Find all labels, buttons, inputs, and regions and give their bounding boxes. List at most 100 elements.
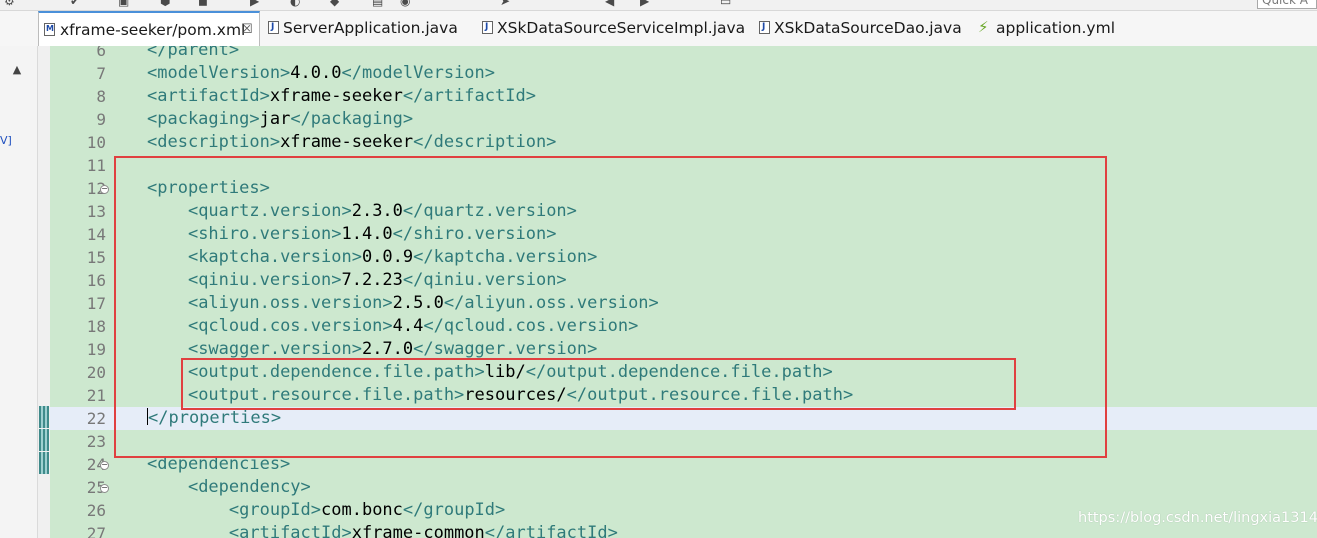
xml-open-tag: <dependency> xyxy=(187,477,311,497)
xml-open-tag: </parent> xyxy=(147,46,240,60)
xml-value: jar xyxy=(259,109,291,129)
line-number: 24 xyxy=(86,455,106,474)
xml-close-tag: </groupId> xyxy=(402,500,506,520)
watermark-text: https://blog.csdn.net/lingxia1314 xyxy=(1078,510,1317,526)
left-trim-panel: ▲ V] xyxy=(0,11,38,538)
line-number: 19 xyxy=(86,340,106,359)
line-number: 9 xyxy=(96,110,106,129)
tab-xskdatasourceserviceimpl-java[interactable]: XSkDataSourceServiceImpl.java xyxy=(476,10,753,46)
line-number-gutter: 6 7 8 9 10 11 12−13 14 15 16 17 18 19 20 21 22 23 24−25−2… xyxy=(50,46,109,538)
line-number: 27 xyxy=(86,524,106,538)
quick-diff-marker xyxy=(39,429,49,451)
fold-toggle-icon[interactable]: − xyxy=(100,484,109,493)
tab-xframe-seeker-pom-xml[interactable]: xframe-seeker/pom.xml☒ xyxy=(38,11,260,46)
code-line[interactable]: <modelVersion>4.0.0</modelVersion> xyxy=(38,62,1317,85)
code-line-text: <dependency> xyxy=(147,476,311,499)
java-file-icon xyxy=(482,10,493,44)
xml-open-tag: <artifactId> xyxy=(228,523,352,538)
xml-close-tag: </modelVersion> xyxy=(341,63,496,83)
toolbar-icon[interactable]: ⚙ xyxy=(4,0,15,8)
java-file-icon xyxy=(268,10,279,44)
line-number: 21 xyxy=(86,386,106,405)
code-line[interactable]: <artifactId>xframe-seeker</artifactId> xyxy=(38,85,1317,108)
code-line-text: <packaging>jar</packaging> xyxy=(147,108,413,131)
forward-icon[interactable]: ▶ xyxy=(640,0,649,8)
nav-arrow-icon[interactable]: ➤ xyxy=(500,0,510,8)
chevron-up-icon[interactable]: ▲ xyxy=(10,63,24,77)
xml-close-tag: </packaging> xyxy=(290,109,414,129)
code-line-text: <modelVersion>4.0.0</modelVersion> xyxy=(147,62,495,85)
code-line-text: <description>xframe-seeker</description> xyxy=(147,131,556,154)
line-number: 11 xyxy=(86,156,106,175)
code-line[interactable]: <description>xframe-seeker</description> xyxy=(38,131,1317,154)
open-folder-icon[interactable]: ▤ xyxy=(372,0,383,8)
xml-close-tag: </description> xyxy=(413,132,557,152)
tab-label: ServerApplication.java xyxy=(283,19,458,37)
main-toolbar: ⚙ ✔ ▣ ⬢ ◼ ▶ ◐ ◆ ▤ ◉ ➤ ◀ ▶ ▭ Quick A xyxy=(0,0,1317,11)
open-editor-icon[interactable]: ▭ xyxy=(720,0,731,8)
search-icon[interactable]: ◉ xyxy=(400,0,410,8)
tab-label: XSkDataSourceDao.java xyxy=(774,19,962,37)
code-line-text: <artifactId>xframe-common</artifactId> xyxy=(147,522,618,538)
code-line-text: </parent> xyxy=(147,46,239,62)
code-line[interactable]: </parent> xyxy=(38,46,1317,62)
stop-icon[interactable]: ◼ xyxy=(198,0,208,8)
xml-open-tag: <packaging> xyxy=(147,109,260,129)
xml-open-tag: <groupId> xyxy=(228,500,322,520)
xml-open-tag: <artifactId> xyxy=(147,86,270,106)
code-line[interactable]: <packaging>jar</packaging> xyxy=(38,108,1317,131)
line-number: 25 xyxy=(86,478,106,497)
build-icon[interactable]: ⬢ xyxy=(160,0,170,8)
line-number: 10 xyxy=(86,133,106,152)
line-number: 7 xyxy=(96,64,106,83)
tab-application-yml[interactable]: ⚡ application.yml xyxy=(975,11,1115,46)
xml-value: xframe-seeker xyxy=(280,132,414,152)
back-icon[interactable]: ◀ xyxy=(605,0,614,8)
properties-annotation-box xyxy=(114,156,1107,458)
xml-value: xframe-common xyxy=(351,523,485,538)
xml-open-tag: <modelVersion> xyxy=(147,63,291,83)
output-path-annotation-box xyxy=(181,358,1016,410)
tab-xskdatasourcedao-java[interactable]: XSkDataSourceDao.java xyxy=(753,10,973,46)
overview-ruler xyxy=(38,46,50,538)
xml-value: 4.0.0 xyxy=(290,63,342,83)
run-green-icon[interactable]: ▶ xyxy=(250,0,259,8)
debug-icon[interactable]: ✔ xyxy=(70,0,80,8)
line-number: 13 xyxy=(86,202,106,221)
code-line[interactable]: <dependency> xyxy=(38,476,1317,499)
line-number: 16 xyxy=(86,271,106,290)
left-gutter-text: V] xyxy=(0,134,12,147)
line-number: 26 xyxy=(86,501,106,520)
tab-label: application.yml xyxy=(996,19,1116,37)
xml-open-tag: <description> xyxy=(147,132,281,152)
quick-diff-marker xyxy=(39,452,49,474)
quick-diff-marker xyxy=(39,406,49,428)
tab-label: XSkDataSourceServiceImpl.java xyxy=(497,19,746,37)
code-line-text: <groupId>com.bonc</groupId> xyxy=(147,499,505,522)
external-tools-icon[interactable]: ◆ xyxy=(330,0,339,8)
java-file-icon xyxy=(759,10,770,44)
xml-editor[interactable]: </parent> <modelVersion>4.0.0</modelVersi… xyxy=(38,46,1317,538)
code-line-text: <artifactId>xframe-seeker</artifactId> xyxy=(147,85,536,108)
line-number: 23 xyxy=(86,432,106,451)
yml-file-icon: ⚡ xyxy=(978,18,989,36)
run-icon[interactable]: ▣ xyxy=(118,0,129,8)
line-number: 14 xyxy=(86,225,106,244)
xml-value: com.bonc xyxy=(321,500,403,520)
line-number: 22 xyxy=(86,409,106,428)
fold-toggle-icon[interactable]: − xyxy=(100,461,109,470)
close-tab-icon[interactable]: ☒ xyxy=(241,13,253,47)
line-number: 20 xyxy=(86,363,106,382)
line-number: 18 xyxy=(86,317,106,336)
quick-access-input[interactable]: Quick A xyxy=(1257,0,1317,9)
tab-serverapplication-java[interactable]: ServerApplication.java xyxy=(262,10,474,46)
tab-label: xframe-seeker/pom.xml xyxy=(60,21,246,39)
fold-toggle-icon[interactable]: − xyxy=(100,185,109,194)
xml-close-tag: </artifactId> xyxy=(484,523,618,538)
line-number: 17 xyxy=(86,294,106,313)
xml-value: xframe-seeker xyxy=(269,86,403,106)
profile-icon[interactable]: ◐ xyxy=(290,0,300,8)
